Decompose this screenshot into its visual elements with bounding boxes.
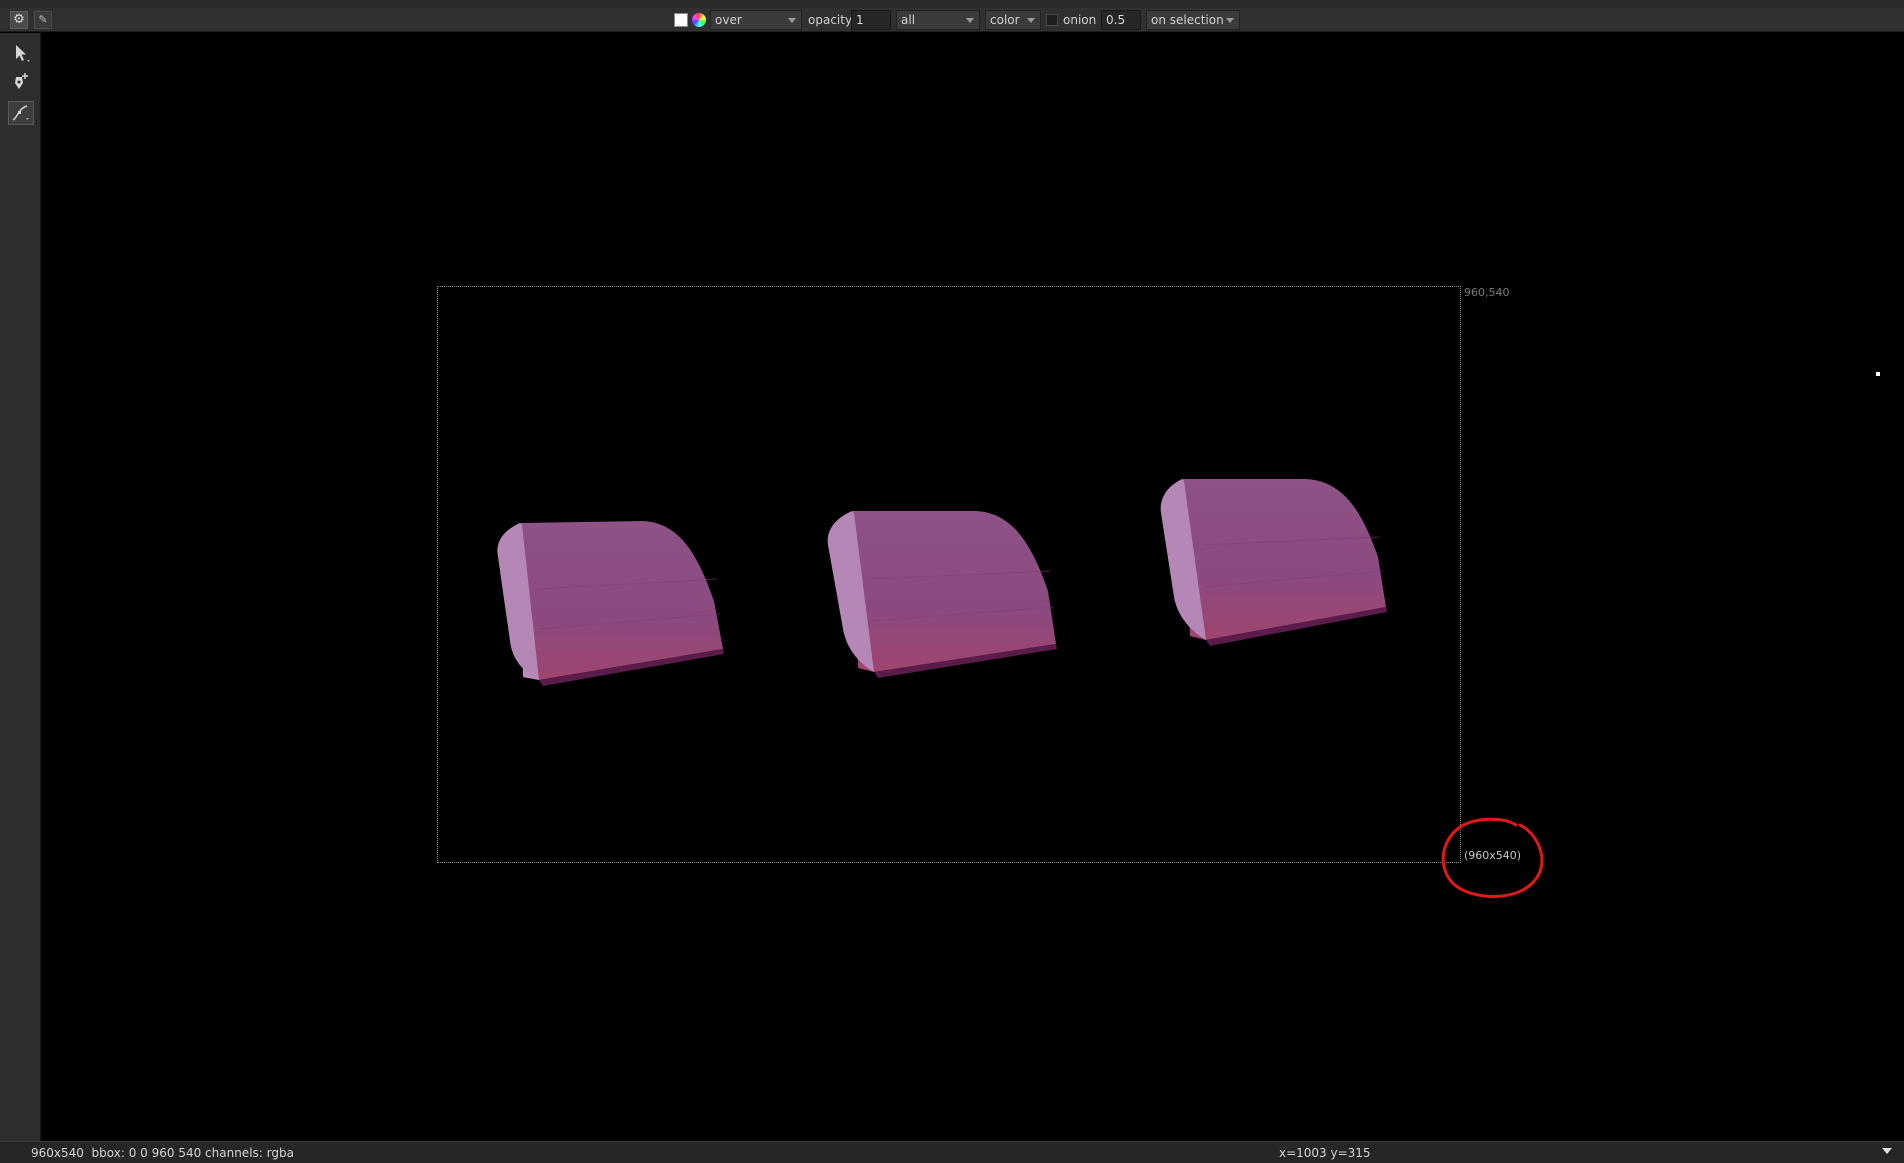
layer-value: all — [901, 13, 916, 27]
onion-label: onion — [1063, 13, 1097, 27]
chevron-down-icon — [1226, 18, 1234, 23]
format-corner-top-right: 960,540 — [1464, 286, 1510, 299]
color-wheel-icon[interactable] — [692, 13, 706, 27]
rendered-shape-1 — [497, 521, 724, 686]
rendered-shape-3 — [1160, 479, 1387, 646]
output-dropdown[interactable]: color — [985, 10, 1041, 30]
rendered-shape-2 — [827, 511, 1057, 678]
chevron-down-icon[interactable] — [1882, 1148, 1892, 1154]
merge-mode-value: over — [715, 13, 742, 27]
opacity-label: opacity — [808, 13, 853, 27]
color-swatch-white[interactable] — [674, 13, 688, 27]
viewer-toolbar: ⚙ ✎ over opacity 1 all color onion 0.5 o… — [0, 8, 1904, 32]
onion-checkbox[interactable] — [1046, 14, 1058, 26]
annotation-circle — [1441, 817, 1544, 898]
roto-viewer-window: ⚙ ✎ over opacity 1 all color onion 0.5 o… — [0, 0, 1904, 1163]
chevron-down-icon — [966, 18, 974, 23]
curve-edit-icon[interactable] — [8, 101, 34, 125]
onion-input[interactable]: 0.5 — [1101, 10, 1141, 30]
output-value: color — [990, 13, 1020, 27]
viewer-canvas[interactable]: 960,540 (960x540) — [41, 33, 1904, 1141]
chevron-down-icon — [788, 18, 796, 23]
gear-icon[interactable]: ⚙ — [10, 11, 28, 29]
cursor-coordinates: x=1003 y=315 — [1279, 1146, 1371, 1160]
status-bar: 960x540 bbox: 0 0 960 540 channels: rgba… — [0, 1141, 1904, 1163]
merge-mode-dropdown[interactable]: over — [710, 10, 802, 30]
transform-mode-dropdown[interactable]: on selection — [1146, 10, 1240, 30]
layer-dropdown[interactable]: all — [896, 10, 980, 30]
pin-icon[interactable]: ✎ — [34, 11, 52, 29]
arrow-pointer-icon[interactable] — [8, 41, 34, 65]
tool-panel — [0, 33, 41, 1141]
image-info: 960x540 bbox: 0 0 960 540 channels: rgba — [31, 1146, 294, 1160]
chevron-down-icon — [1027, 18, 1035, 23]
pen-add-icon[interactable] — [8, 69, 34, 93]
transform-mode-value: on selection — [1151, 13, 1224, 27]
opacity-input[interactable]: 1 — [851, 10, 891, 30]
cursor-marker — [1876, 372, 1880, 376]
